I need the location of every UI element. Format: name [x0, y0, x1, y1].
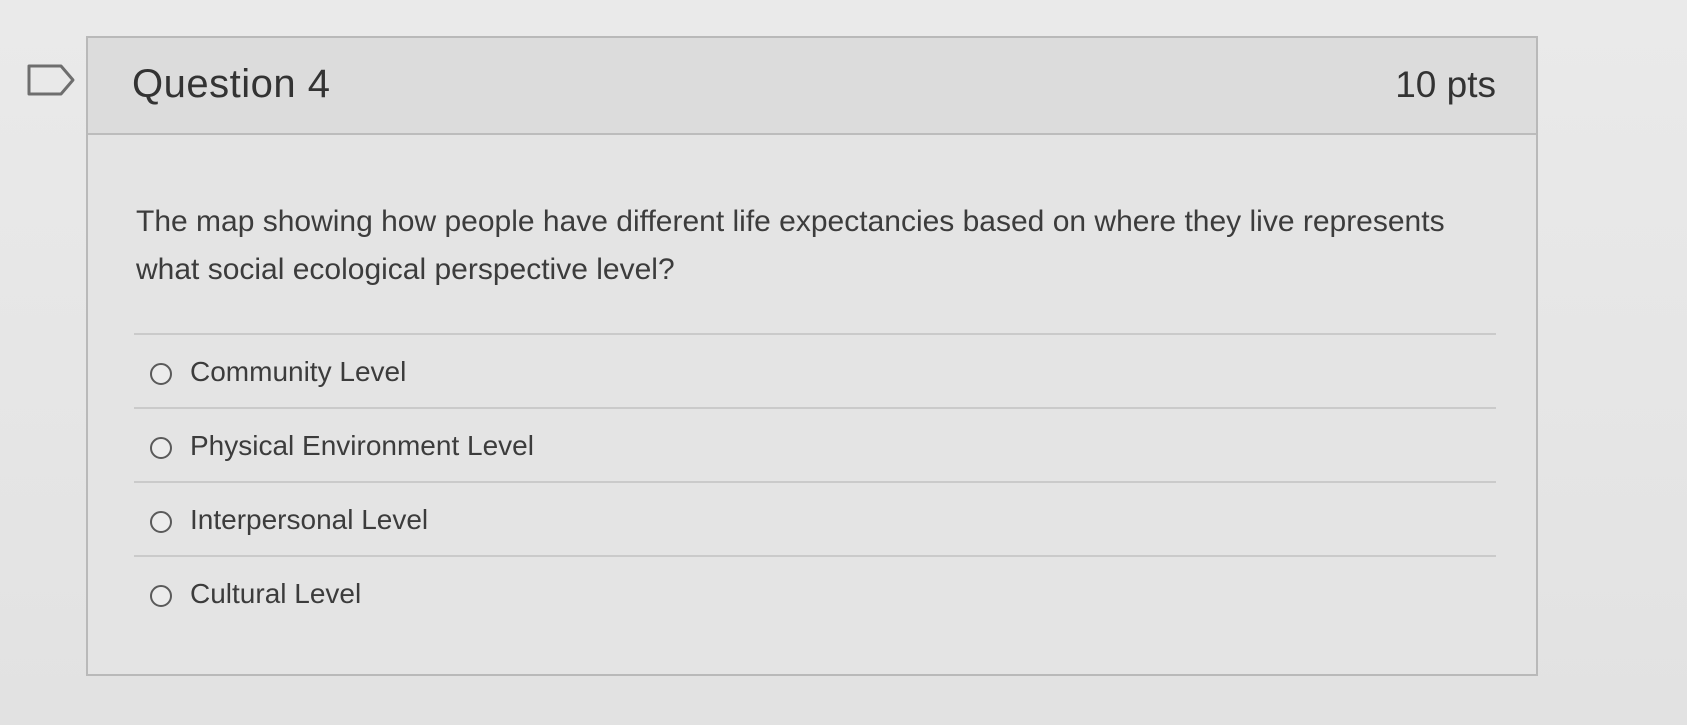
question-text: The map showing how people have differen… [136, 205, 1445, 286]
radio-button[interactable] [150, 437, 172, 459]
answer-label[interactable]: Interpersonal Level [190, 504, 428, 536]
answer-option-physical-environment[interactable]: Physical Environment Level [134, 409, 1496, 483]
flag-question-icon[interactable] [27, 64, 75, 96]
answer-label[interactable]: Community Level [190, 356, 406, 388]
question-points: 10 pts [1395, 64, 1496, 105]
question-title: Question 4 [132, 62, 331, 106]
question-card: Question 4 10 pts The map showing how pe… [86, 36, 1538, 676]
answer-label[interactable]: Physical Environment Level [190, 430, 534, 462]
question-header: Question 4 10 pts [88, 38, 1536, 135]
answer-option-cultural[interactable]: Cultural Level [134, 557, 1496, 631]
radio-button[interactable] [150, 585, 172, 607]
radio-button[interactable] [150, 363, 172, 385]
answer-list: Community Level Physical Environment Lev… [134, 333, 1496, 631]
answer-option-interpersonal[interactable]: Interpersonal Level [134, 483, 1496, 557]
radio-button[interactable] [150, 511, 172, 533]
answer-label[interactable]: Cultural Level [190, 578, 361, 610]
answer-option-community[interactable]: Community Level [134, 335, 1496, 409]
